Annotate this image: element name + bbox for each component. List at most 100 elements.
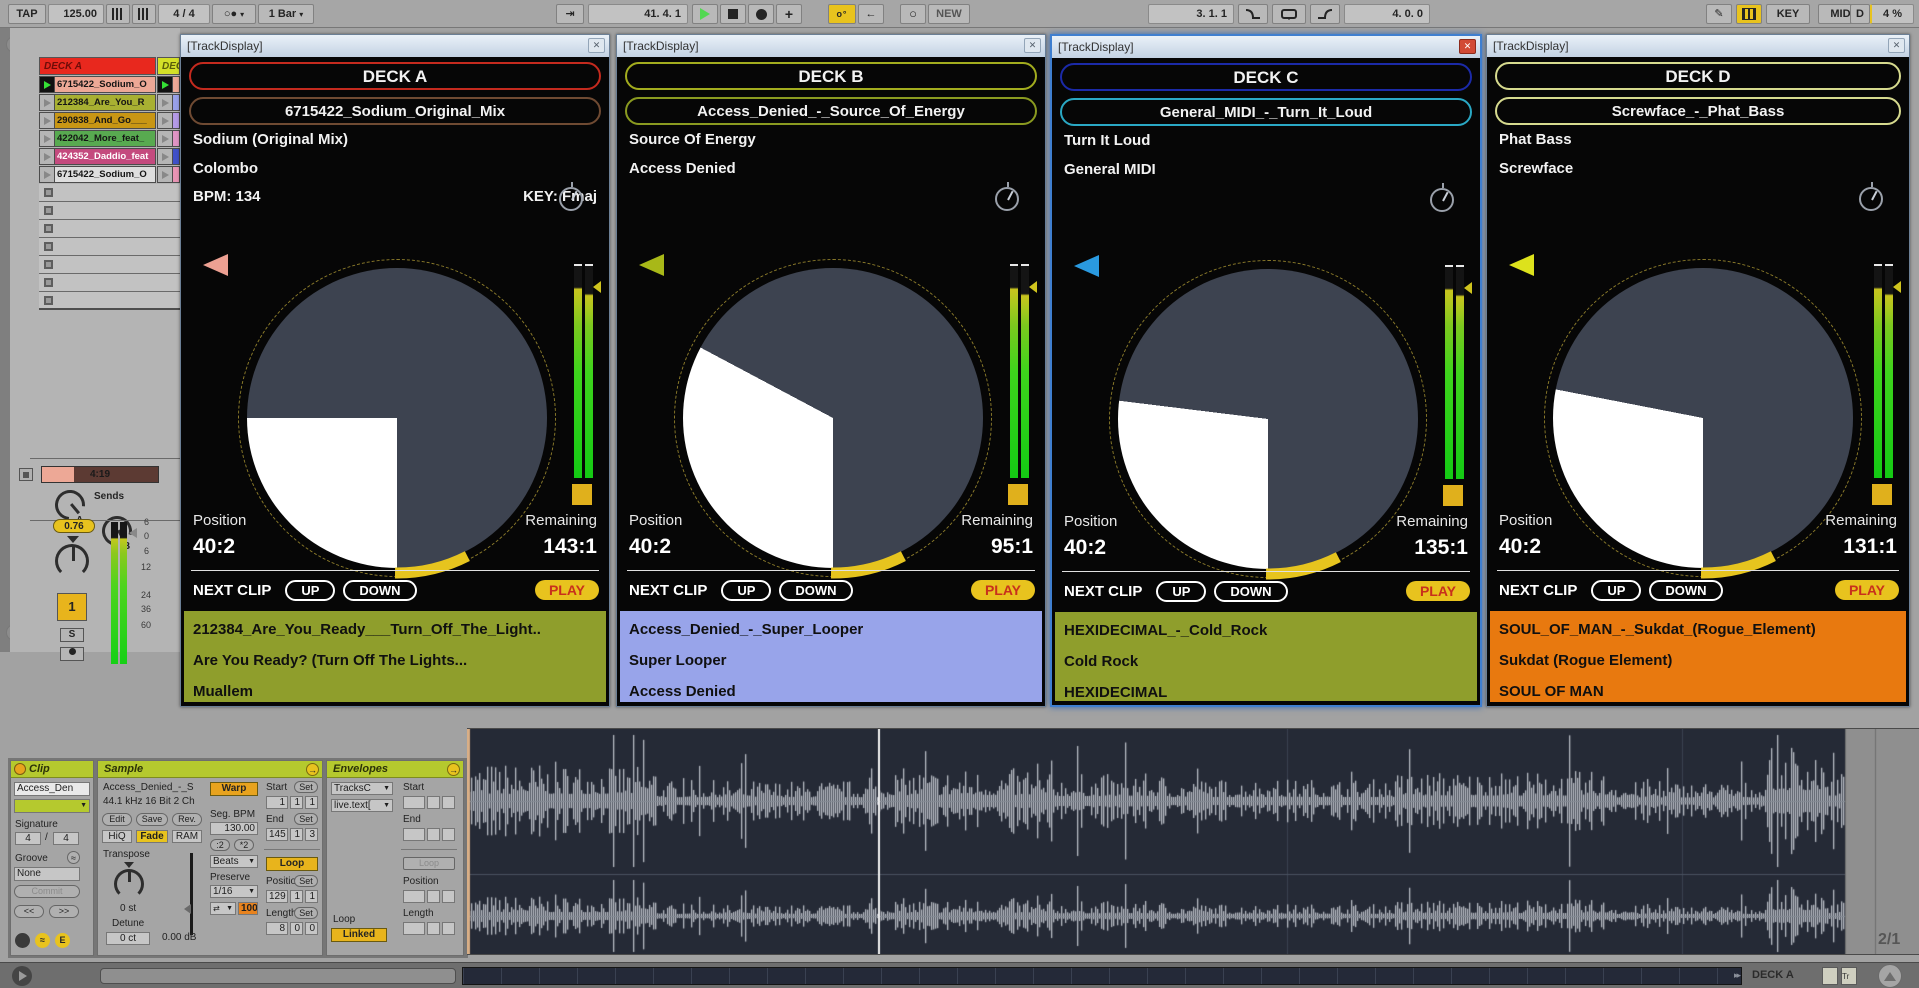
record-button[interactable] [748, 4, 774, 24]
nudge-down-button[interactable] [106, 4, 130, 24]
time-signature-field[interactable]: 4 / 4 [158, 4, 210, 24]
clip-slot[interactable]: 6715422_Sodium_O [39, 166, 156, 183]
next-clip-up-button[interactable]: UP [1156, 581, 1206, 602]
arrangement-position-field[interactable]: 41. 4. 1 [588, 4, 688, 24]
arm-button[interactable] [60, 647, 84, 661]
loop-start-field[interactable]: 3. 1. 1 [1148, 4, 1234, 24]
window-titlebar[interactable]: [TrackDisplay] ✕ [181, 35, 609, 57]
clip-launch-button[interactable] [40, 167, 55, 182]
seg-bpm-field[interactable]: 130.00 [210, 822, 258, 835]
play-next-button[interactable]: PLAY [1835, 580, 1899, 600]
hot-swap-icon[interactable]: → [306, 763, 319, 776]
next-clip-down-button[interactable]: DOWN [1649, 580, 1722, 601]
clip-activator-icon[interactable] [14, 763, 26, 775]
linked-button[interactable]: Linked [331, 928, 387, 942]
pan-knob[interactable] [55, 544, 89, 578]
clip-launch-button[interactable] [158, 167, 173, 182]
clip-launch-button[interactable] [158, 95, 173, 110]
volume-value[interactable]: 0.76 [53, 519, 95, 533]
empty-clip-slot[interactable] [39, 238, 180, 256]
play-next-button[interactable]: PLAY [971, 580, 1035, 600]
clip-launch-button[interactable] [40, 113, 55, 128]
clip-launch-button[interactable] [158, 131, 173, 146]
set-end-button[interactable]: Set [294, 813, 318, 825]
transient-loop-mode-select[interactable]: ⇄▼ [210, 902, 236, 915]
fade-button[interactable]: Fade [136, 830, 168, 843]
clip-launch-button[interactable] [40, 95, 55, 110]
envelope-tab-icon[interactable]: E [55, 933, 70, 948]
draw-mode-button[interactable]: ✎ [1706, 4, 1732, 24]
loop-length-sixteenth-field[interactable]: 0 [305, 922, 318, 935]
close-icon[interactable]: ✕ [1459, 39, 1476, 54]
track-header-deck-b[interactable]: DEC [157, 57, 180, 75]
envelope-device-select[interactable]: TracksC▼ [331, 782, 393, 795]
transient-envelope-field[interactable]: 100 [238, 902, 258, 915]
signature-denominator-field[interactable]: 4 [53, 832, 79, 845]
clip-slot[interactable]: 290838_And_Go___ [39, 112, 156, 129]
reverse-button[interactable]: Rev. [172, 813, 202, 826]
env-end-field[interactable] [442, 828, 455, 841]
clip-launch-button[interactable] [40, 131, 55, 146]
sample-tab-icon[interactable]: ≈ [35, 933, 50, 948]
nudge-forward-button[interactable]: >> [49, 905, 79, 918]
empty-clip-slot[interactable] [39, 220, 180, 238]
commit-button[interactable]: Commit [14, 885, 80, 898]
play-button[interactable] [692, 4, 718, 24]
env-length-field[interactable] [442, 922, 455, 935]
play-next-button[interactable]: PLAY [535, 580, 599, 600]
hot-swap-icon[interactable]: → [447, 763, 460, 776]
gain-dial-icon[interactable] [1430, 188, 1454, 212]
env-end-field[interactable] [403, 828, 425, 841]
follow-button[interactable]: ⇥ [556, 4, 584, 24]
clip-thumbnail-icon[interactable]: Tr [1841, 967, 1857, 985]
clip-slot[interactable] [157, 130, 180, 147]
window-titlebar[interactable]: [TrackDisplay] ✕ [1487, 35, 1909, 57]
clip-thumbnail-icon[interactable] [1822, 967, 1838, 985]
punch-in-button[interactable] [1238, 4, 1268, 24]
transpose-knob[interactable] [114, 869, 144, 899]
env-start-field[interactable] [427, 796, 440, 809]
clip-slot[interactable]: 6715422_Sodium_O [39, 76, 156, 93]
env-position-field[interactable] [403, 890, 425, 903]
clip-slot[interactable] [157, 148, 180, 165]
loop-position-sixteenth-field[interactable]: 1 [305, 890, 318, 903]
clip-launch-button[interactable] [40, 149, 55, 164]
loop-toggle-button[interactable]: Loop [266, 857, 318, 871]
gain-dial-icon[interactable] [995, 187, 1019, 211]
preview-play-button[interactable] [12, 966, 32, 986]
set-start-button[interactable]: Set [294, 781, 318, 793]
computer-midi-keyboard-button[interactable] [1736, 4, 1762, 24]
loop-button[interactable] [1272, 4, 1306, 24]
edit-button[interactable]: Edit [102, 813, 132, 826]
reenable-automation-button[interactable]: ← [858, 4, 884, 24]
tap-tempo-button[interactable]: TAP [8, 4, 46, 24]
preserve-select[interactable]: 1/16▼ [210, 885, 258, 898]
quantization-menu[interactable]: 1 Bar ▾ [258, 4, 314, 24]
track-header-deck-a[interactable]: DECK A [39, 57, 156, 75]
window-titlebar[interactable]: [TrackDisplay] ✕ [1052, 36, 1480, 58]
end-beat-field[interactable]: 1 [290, 828, 303, 841]
window-titlebar[interactable]: [TrackDisplay] ✕ [617, 35, 1045, 57]
env-loop-button[interactable]: Loop [403, 857, 455, 870]
half-tempo-button[interactable]: :2 [210, 839, 230, 851]
end-sixteenth-field[interactable]: 3 [305, 828, 318, 841]
metronome-button[interactable]: ○● ▾ [212, 4, 256, 24]
clip-launch-button[interactable] [40, 77, 55, 92]
set-position-button[interactable]: Set [294, 875, 318, 887]
next-clip-down-button[interactable]: DOWN [343, 580, 416, 601]
clip-launch-button[interactable] [158, 149, 173, 164]
empty-clip-slot[interactable] [39, 184, 180, 202]
next-clip-down-button[interactable]: DOWN [1214, 581, 1287, 602]
gain-dial-icon[interactable] [559, 187, 583, 211]
empty-clip-slot[interactable] [39, 202, 180, 220]
clip-slot[interactable]: 212384_Are_You_R [39, 94, 156, 111]
clip-stop-button[interactable] [19, 468, 33, 481]
env-start-field[interactable] [403, 796, 425, 809]
clip-launch-button[interactable] [158, 77, 173, 92]
expand-panel-button[interactable] [1878, 964, 1902, 988]
new-button[interactable]: NEW [928, 4, 970, 24]
ram-button[interactable]: RAM [172, 830, 202, 843]
signature-numerator-field[interactable]: 4 [15, 832, 41, 845]
start-beat-field[interactable]: 1 [290, 796, 303, 809]
nudge-up-button[interactable] [132, 4, 156, 24]
